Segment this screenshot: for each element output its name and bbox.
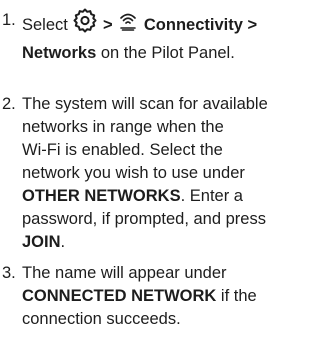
- step-body: The name will appear under CONNECTED NET…: [22, 262, 332, 331]
- step-line: Networks on the Pilot Panel.: [22, 42, 332, 65]
- step-line: The system will scan for available: [22, 95, 268, 113]
- step-text: . Enter a: [180, 187, 243, 205]
- menu-networks: Networks: [22, 44, 97, 62]
- step-number: 1.: [2, 11, 16, 29]
- step-line: Select > Connectivity >: [22, 7, 332, 42]
- step-body: The system will scan for available netwo…: [22, 93, 332, 254]
- step-line: OTHER NETWORKS. Enter a: [22, 185, 332, 208]
- step-body: Select > Connectivity > Networks on the …: [22, 7, 332, 65]
- step-line: password, if prompted, and press: [22, 210, 266, 228]
- step-text: if the: [216, 287, 257, 305]
- step-number: 2.: [2, 95, 16, 113]
- separator: >: [247, 15, 258, 34]
- connected-network-label: CONNECTED NETWORK: [22, 287, 217, 305]
- wifi-icon: [117, 9, 139, 38]
- step-line: networks in range when the: [22, 118, 224, 136]
- step-line: JOIN.: [22, 231, 332, 254]
- step-text: .: [60, 233, 66, 251]
- select-word: Select: [22, 15, 68, 34]
- step-line: CONNECTED NETWORK if the: [22, 285, 332, 308]
- other-networks-label: OTHER NETWORKS: [22, 187, 181, 205]
- gear-icon: [72, 7, 98, 40]
- step-line: The name will appear under: [22, 264, 227, 282]
- menu-connectivity: Connectivity: [143, 15, 243, 34]
- separator: >: [103, 15, 113, 34]
- step-number: 3.: [2, 264, 16, 282]
- step-line: Wi-Fi is enabled. Select the: [22, 141, 223, 159]
- step-text: on the Pilot Panel.: [100, 44, 235, 62]
- step-line: connection succeeds.: [22, 310, 181, 328]
- step-line: network you wish to use under: [22, 164, 245, 182]
- instruction-steps: 1. Select > Connectivity > Networks on t…: [0, 0, 334, 344]
- join-label: JOIN: [22, 233, 61, 251]
